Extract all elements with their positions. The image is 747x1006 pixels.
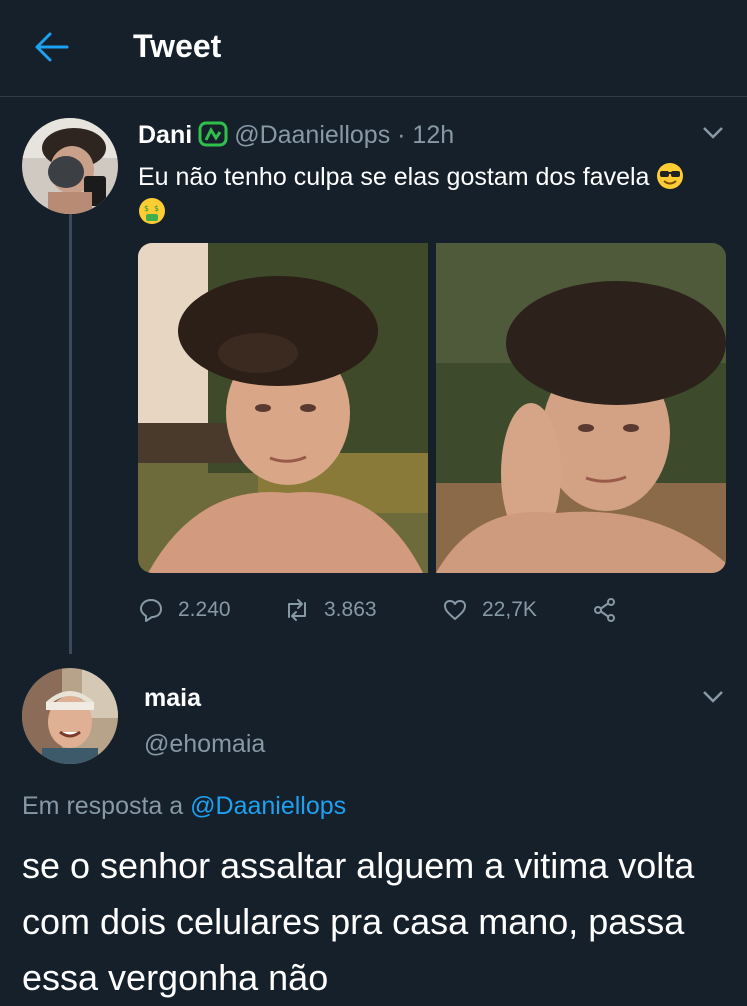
reply-text: se o senhor assaltar alguem a vitima vol… [22,845,695,998]
in-reply-handle-link[interactable]: @Daaniellops [190,792,346,820]
reply-icon [140,599,162,622]
in-reply-prefix: Em resposta a [22,792,184,820]
author-name[interactable]: Dani [138,121,192,149]
money-mouth-emoji-icon: $ $ [139,198,165,224]
like-button[interactable]: 22,7K [442,592,537,628]
green-emblem-icon [198,121,228,147]
reply-author-handle[interactable]: @ehomaia [144,730,265,759]
top-bar: Tweet [0,0,747,97]
sunglasses-emoji-icon [657,163,684,189]
author-handle-time[interactable]: @Daaniellops · 12h [234,121,454,149]
share-button[interactable] [592,592,632,628]
chevron-down-icon[interactable] [702,126,724,140]
reply-author-name[interactable]: maia [144,684,201,713]
tweet-image-1[interactable] [138,243,428,573]
retweet-count: 3.863 [324,598,377,621]
svg-text:$: $ [154,204,159,213]
tweet-text-body: Eu não tenho culpa se elas gostam dos fa… [138,163,650,191]
chevron-down-icon[interactable] [702,690,724,704]
avatar[interactable] [22,118,118,214]
tweet-header: Dani @Daaniellops · 12h [138,120,454,150]
tweet-text: Eu não tenho culpa se elas gostam dos fa… [138,160,698,230]
tweet-actions: 2.240 3.863 22,7K [138,592,698,628]
heart-icon [444,600,466,620]
share-icon [594,598,615,622]
retweet-icon [288,599,306,621]
svg-text:$: $ [144,204,149,213]
avatar[interactable] [22,668,118,764]
arrow-left-icon[interactable] [34,30,70,64]
retweet-button[interactable]: 3.863 [284,592,377,628]
reply-count: 2.240 [178,598,231,621]
tweet-image-2[interactable] [436,243,726,573]
reply-button[interactable]: 2.240 [138,592,231,628]
like-count: 22,7K [482,598,537,621]
in-reply-to: Em resposta a @Daaniellops [22,792,346,821]
thread-connector-line [69,214,72,654]
page-title: Tweet [133,28,222,64]
